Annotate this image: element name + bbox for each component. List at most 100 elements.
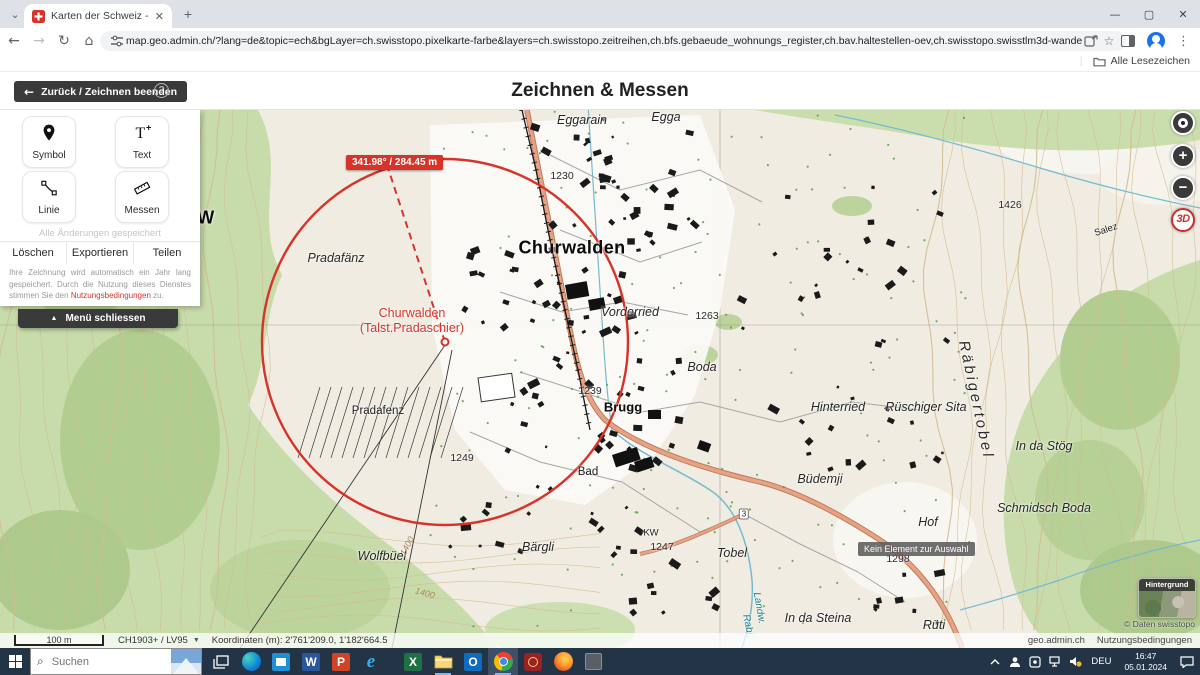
selection-tooltip: Kein Element zur Auswahl bbox=[858, 542, 975, 556]
tool-label: Linie bbox=[38, 205, 59, 216]
start-button[interactable] bbox=[0, 648, 30, 675]
all-bookmarks-label: Alle Lesezeichen bbox=[1111, 55, 1190, 67]
measure-tooltip: 341.98° / 284.45 m bbox=[346, 155, 443, 170]
tool-label: Symbol bbox=[32, 150, 65, 161]
tune-icon bbox=[108, 35, 126, 47]
utility-icon[interactable] bbox=[578, 648, 608, 675]
excel-icon[interactable]: X bbox=[398, 648, 428, 675]
footer-link-geo.admin.ch[interactable]: geo.admin.ch bbox=[1028, 635, 1085, 646]
tray-security-icon[interactable] bbox=[1025, 648, 1045, 675]
back-icon[interactable]: ← bbox=[3, 30, 25, 52]
outlook-icon[interactable]: O bbox=[458, 648, 488, 675]
home-icon[interactable]: ⌂ bbox=[78, 30, 100, 52]
scale-bar: 100 m bbox=[14, 635, 104, 646]
browser-menu-icon[interactable]: ⋮ bbox=[1177, 34, 1190, 49]
tab-title: Karten der Schweiz - Schweize bbox=[51, 10, 151, 22]
task-view-icon[interactable] bbox=[206, 648, 236, 675]
window-close-icon[interactable]: ✕ bbox=[1166, 0, 1200, 28]
action-exportieren[interactable]: Exportieren bbox=[67, 242, 134, 264]
back-arrow-icon: ← bbox=[24, 85, 34, 99]
search-icon: ⌕ bbox=[37, 654, 44, 669]
browser-toolbar: ← → ↻ ⌂ map.geo.admin.ch/?lang=de&topic=… bbox=[0, 28, 1200, 54]
attribution: © Daten swisstopo bbox=[1124, 619, 1195, 629]
new-tab-button[interactable]: + bbox=[180, 7, 196, 23]
tray-user-icon[interactable] bbox=[1005, 648, 1025, 675]
svg-text:T: T bbox=[135, 125, 145, 142]
firefox-icon[interactable] bbox=[548, 648, 578, 675]
dictionary-icon[interactable] bbox=[518, 648, 548, 675]
tray-chevron-up-icon[interactable] bbox=[985, 648, 1005, 675]
geolocate-button[interactable] bbox=[1171, 111, 1195, 135]
taskbar-clock[interactable]: 16:47 05.01.2024 bbox=[1117, 651, 1174, 672]
tool-button-symbol[interactable]: Symbol bbox=[22, 116, 76, 168]
window-minimize-icon[interactable]: — bbox=[1098, 0, 1132, 28]
disclaimer-post: zu. bbox=[153, 291, 164, 300]
file-explorer-icon[interactable] bbox=[428, 648, 458, 675]
close-menu-button[interactable]: ▲Menü schliessen bbox=[18, 309, 178, 328]
drawing-tools: Symbol T+Text Linie Messen bbox=[22, 116, 178, 223]
mail-icon[interactable] bbox=[266, 648, 296, 675]
footer-link-nutzungsbedingungen[interactable]: Nutzungsbedingungen bbox=[1097, 635, 1192, 646]
word-icon[interactable]: W bbox=[296, 648, 326, 675]
close-menu-label: Menü schliessen bbox=[65, 313, 145, 324]
action-center-icon[interactable] bbox=[1174, 648, 1200, 675]
help-icon[interactable]: ? bbox=[154, 83, 169, 98]
projection-selector[interactable]: CH1903+ / LV95 ▼ bbox=[118, 635, 200, 646]
tab-search-chevron-icon[interactable]: ⌄ bbox=[8, 8, 22, 22]
background-layer-selector[interactable]: Hintergrund bbox=[1138, 578, 1196, 618]
background-thumbnail bbox=[1139, 591, 1195, 618]
tray-network-icon[interactable] bbox=[1045, 648, 1065, 675]
line-icon bbox=[39, 178, 59, 203]
edge-icon[interactable] bbox=[236, 648, 266, 675]
background-label: Hintergrund bbox=[1139, 579, 1195, 591]
url-text: map.geo.admin.ch/?lang=de&topic=ech&bgLa… bbox=[126, 35, 1082, 47]
zoom-out-button[interactable]: − bbox=[1171, 176, 1195, 200]
map-canvas[interactable]: EggarainEgga12301426SalezChurwaldenPrada… bbox=[0, 110, 1200, 648]
tray-volume-icon[interactable] bbox=[1065, 648, 1085, 675]
chevron-down-icon: ▼ bbox=[193, 637, 200, 644]
symbol-pin-icon bbox=[39, 123, 59, 148]
tool-button-linie[interactable]: Linie bbox=[22, 171, 76, 223]
address-bar[interactable]: map.geo.admin.ch/?lang=de&topic=ech&bgLa… bbox=[100, 31, 1126, 51]
chrome-icon[interactable] bbox=[488, 648, 518, 675]
tool-label: Messen bbox=[124, 205, 159, 216]
disclaimer-text: Ihre Zeichnung wird automatisch ein Jahr… bbox=[9, 267, 191, 302]
all-bookmarks-button[interactable]: | Alle Lesezeichen bbox=[1080, 55, 1190, 67]
tool-button-text[interactable]: T+Text bbox=[115, 116, 169, 168]
zoom-in-button[interactable]: + bbox=[1171, 144, 1195, 168]
profile-avatar[interactable] bbox=[1147, 32, 1165, 50]
side-panel-icon[interactable] bbox=[1121, 35, 1135, 47]
tool-button-messen[interactable]: Messen bbox=[115, 171, 169, 223]
taskbar-apps: WPeX O bbox=[206, 648, 608, 675]
geolocate-icon bbox=[1178, 118, 1188, 128]
forward-icon[interactable]: → bbox=[28, 30, 50, 52]
share-icon[interactable] bbox=[1082, 35, 1100, 47]
swiss-flag-favicon bbox=[32, 10, 45, 23]
taskbar-search[interactable]: ⌕ bbox=[30, 648, 202, 675]
toggle-3d-button[interactable]: 3D bbox=[1171, 208, 1195, 232]
powerpoint-icon[interactable]: P bbox=[326, 648, 356, 675]
text-icon: T+ bbox=[132, 123, 152, 148]
windows-taskbar: ⌕ WPeX O DEU 16:47 05.01.2024 bbox=[0, 648, 1200, 675]
separator: | bbox=[1080, 55, 1083, 67]
reload-icon[interactable]: ↻ bbox=[53, 30, 75, 52]
tab-close-icon[interactable]: ✕ bbox=[155, 10, 164, 23]
browser-tab[interactable]: Karten der Schweiz - Schweize ✕ bbox=[24, 4, 172, 28]
action-teilen[interactable]: Teilen bbox=[134, 242, 200, 264]
clock-date: 05.01.2024 bbox=[1124, 662, 1167, 673]
projection-label: CH1903+ / LV95 bbox=[118, 635, 188, 646]
action-löschen[interactable]: Löschen bbox=[0, 242, 67, 264]
search-highlight-image[interactable] bbox=[171, 649, 201, 674]
browser-tab-strip: ⌄ Karten der Schweiz - Schweize ✕ + — ▢ … bbox=[0, 0, 1200, 28]
panel-actions: LöschenExportierenTeilen bbox=[0, 242, 200, 264]
clock-time: 16:47 bbox=[1124, 651, 1167, 662]
saved-status: Alle Änderungen gespeichert bbox=[0, 228, 200, 239]
svg-text:+: + bbox=[146, 123, 151, 133]
folder-icon bbox=[1093, 56, 1106, 67]
search-input[interactable] bbox=[50, 655, 150, 669]
footer-links: geo.admin.ch Nutzungsbedingungen bbox=[1028, 635, 1192, 646]
language-indicator[interactable]: DEU bbox=[1085, 656, 1117, 667]
internet-explorer-icon[interactable]: e bbox=[356, 648, 386, 675]
window-maximize-icon[interactable]: ▢ bbox=[1132, 0, 1166, 28]
terms-link[interactable]: Nutzungsbedingungen bbox=[71, 291, 151, 300]
